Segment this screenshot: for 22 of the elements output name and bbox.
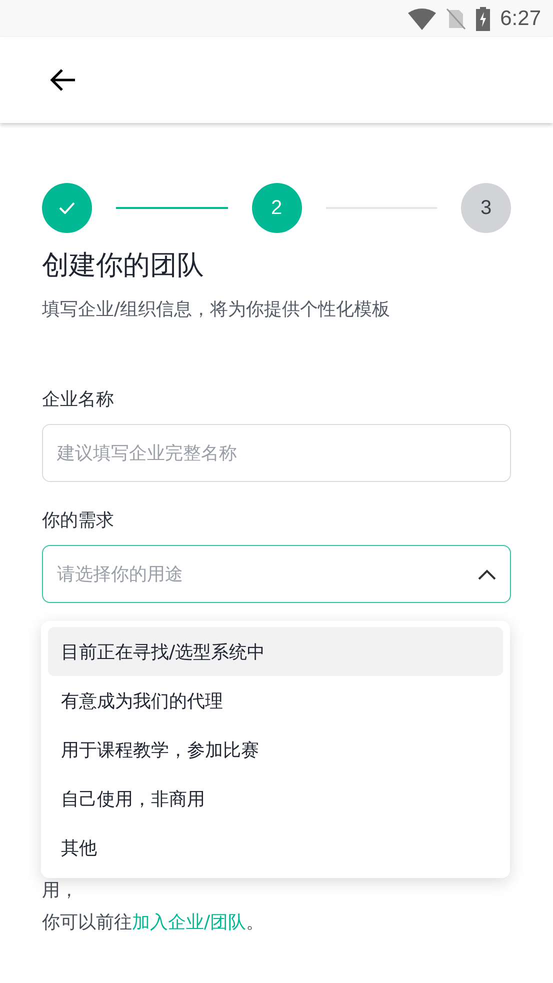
dropdown-option[interactable]: 自己使用，非商用 xyxy=(48,774,503,823)
dropdown-option[interactable]: 目前正在寻找/选型系统中 xyxy=(48,627,503,676)
no-sim-icon xyxy=(446,8,466,30)
dropdown-option[interactable]: 其他 xyxy=(48,823,503,872)
info-text: 。 xyxy=(246,912,264,933)
info-text: 你可以前往 xyxy=(42,912,132,933)
dropdown-option[interactable]: 有意成为我们的代理 xyxy=(48,676,503,725)
check-icon xyxy=(59,202,75,214)
back-arrow-icon[interactable] xyxy=(50,68,76,92)
dropdown-option[interactable]: 用于课程教学，参加比赛 xyxy=(48,725,503,774)
clock-time: 6:27 xyxy=(500,6,541,30)
company-name-field[interactable]: 建议填写企业完整名称 xyxy=(42,424,511,482)
chevron-icon xyxy=(478,568,496,580)
wifi-icon xyxy=(408,8,436,30)
step-indicator: 2 xyxy=(252,183,302,233)
battery-icon xyxy=(476,6,490,30)
field-label: 你的需求 xyxy=(42,509,115,532)
field-label: 企业名称 xyxy=(42,388,115,411)
page-subtitle: 填写企业/组织信息，将为你提供个性化模板 xyxy=(42,298,392,321)
step-indicator: 3 xyxy=(461,183,511,233)
page-title: 创建你的团队 xyxy=(42,249,205,283)
info-text: 用， xyxy=(42,880,78,901)
